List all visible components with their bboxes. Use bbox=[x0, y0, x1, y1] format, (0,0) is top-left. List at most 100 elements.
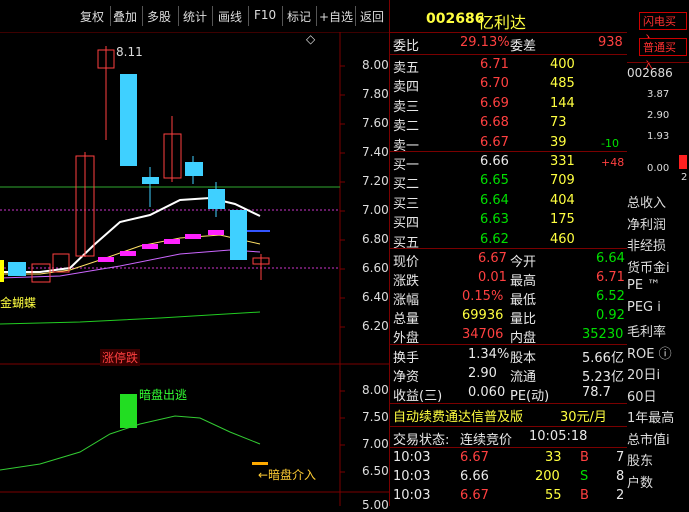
price-axis-label: 7.00 bbox=[362, 203, 389, 217]
tick-price: 6.67 bbox=[460, 488, 489, 503]
price-axis-label: 7.60 bbox=[362, 116, 389, 130]
bid-label: 买三 bbox=[393, 196, 420, 212]
tick-row[interactable]: 10:03 6.66 200 S 8 bbox=[390, 467, 628, 488]
toolbar-add-watchlist[interactable]: +自选 bbox=[319, 8, 353, 25]
ask-label: 卖二 bbox=[393, 119, 420, 135]
stat-value: 2.90 bbox=[468, 366, 497, 381]
ask-price: 6.67 bbox=[480, 134, 509, 150]
flash-buy-button[interactable]: 闪电买入 bbox=[639, 12, 687, 46]
fundamental-item[interactable]: PE ™ bbox=[627, 278, 660, 293]
candle bbox=[142, 177, 159, 184]
price-axis-label: 7.20 bbox=[362, 174, 389, 188]
stat-value: 6.71 bbox=[596, 270, 625, 285]
stat-value: 78.7 bbox=[582, 385, 611, 400]
toolbar-overlay[interactable]: 叠加 bbox=[113, 8, 137, 25]
stat-row: 外盘 34706 内盘 35230 bbox=[390, 325, 628, 346]
stat-value: 1.34% bbox=[468, 347, 510, 362]
side-axis-label: 0.00 bbox=[647, 163, 670, 174]
promo-text[interactable]: 自动续费通达信普及版 bbox=[393, 406, 523, 425]
toolbar-statistics[interactable]: 统计 bbox=[183, 8, 207, 25]
stat-label: PE(动) bbox=[510, 389, 550, 404]
trade-status-row: 交易状态: 连续竞价 10:05:18 bbox=[390, 427, 628, 448]
toolbar-multi-stock[interactable]: 多股 bbox=[147, 8, 171, 25]
bid-row[interactable]: 买二 6.65 709 bbox=[390, 171, 628, 192]
fundamental-item[interactable]: 毛利率 bbox=[627, 321, 666, 340]
ask-volume: 400 bbox=[550, 57, 575, 72]
indicator-axis-label: 7.00 bbox=[362, 437, 389, 451]
bid-label: 买二 bbox=[393, 177, 420, 193]
bid-volume: 175 bbox=[550, 212, 575, 228]
fundamental-item[interactable]: PEG i bbox=[627, 300, 661, 315]
price-axis-label: 6.60 bbox=[362, 261, 389, 275]
fundamental-item[interactable]: 1年最高 bbox=[627, 407, 674, 426]
bid-row[interactable]: 买四 6.63 175 bbox=[390, 210, 628, 231]
toolbar-f10[interactable]: F10 bbox=[254, 8, 276, 22]
weicha-value: 938 bbox=[598, 35, 623, 50]
indicator-axis-label: 6.50 bbox=[362, 464, 389, 478]
fundamental-item[interactable]: 总市值i bbox=[627, 429, 670, 448]
fundamental-item[interactable]: 户数 bbox=[627, 472, 653, 491]
stat-row: 涨幅 0.15% 最低 6.52 bbox=[390, 287, 628, 308]
tick-volume: 200 bbox=[535, 469, 560, 484]
diamond-icon[interactable]: ◇ bbox=[306, 32, 315, 46]
candle bbox=[8, 262, 26, 276]
toolbar-restore-rights[interactable]: 复权 bbox=[80, 8, 104, 25]
ask-row[interactable]: 卖四 6.70 485 bbox=[390, 74, 628, 95]
ask-price: 6.71 bbox=[480, 57, 509, 72]
bid-row[interactable]: 买一 6.66 331 +48 bbox=[390, 152, 628, 173]
dark-exit-label: 暗盘出逃 bbox=[139, 388, 188, 402]
tick-side: B bbox=[580, 450, 589, 465]
side-axis-label: 3.87 bbox=[647, 89, 670, 100]
stat-row: 涨跌 0.01 最高 6.71 bbox=[390, 268, 628, 289]
stock-code: 002686 bbox=[426, 11, 485, 27]
price-axis-label: 8.00 bbox=[362, 58, 389, 72]
promo-price[interactable]: 30元/月 bbox=[560, 406, 607, 425]
fundamental-item[interactable]: 股东 bbox=[627, 450, 653, 469]
tick-side: B bbox=[580, 488, 589, 503]
stat-value: 35230 bbox=[582, 327, 624, 342]
tick-row[interactable]: 10:03 6.67 33 B 7 bbox=[390, 448, 628, 469]
tick-count: 7 bbox=[616, 450, 625, 465]
ask-row[interactable]: 卖二 6.68 73 bbox=[390, 113, 628, 134]
fundamental-item[interactable]: ROE ⓘ bbox=[627, 343, 672, 362]
toolbar-mark[interactable]: 标记 bbox=[287, 8, 311, 25]
fundamental-item[interactable]: 20日i bbox=[627, 364, 660, 383]
kline-chart-area[interactable]: 8.00 7.80 7.60 7.40 7.20 7.00 6.80 6.60 … bbox=[0, 32, 389, 512]
trade-status-label: 交易状态: bbox=[393, 433, 450, 448]
fundamental-item[interactable]: 净利润 bbox=[627, 214, 666, 233]
ask-label: 卖五 bbox=[393, 61, 420, 76]
tick-row[interactable]: 10:03 6.67 55 B 2 bbox=[390, 486, 628, 507]
ask-volume: 144 bbox=[550, 95, 575, 111]
bid-row[interactable]: 买三 6.64 404 bbox=[390, 191, 628, 212]
high-price-label: 8.11 bbox=[116, 45, 143, 59]
fundamental-item[interactable]: 总收入 bbox=[627, 192, 666, 211]
toolbar-divider bbox=[316, 6, 317, 26]
ask-row[interactable]: 卖三 6.69 144 bbox=[390, 94, 628, 115]
ask-row[interactable]: 卖五 6.71 400 bbox=[390, 55, 628, 76]
tick-count: 2 bbox=[616, 488, 625, 503]
tick-count: 8 bbox=[616, 469, 625, 484]
toolbar-divider bbox=[355, 6, 356, 26]
fundamental-item[interactable]: 非经损 bbox=[627, 235, 666, 254]
toolbar-divider bbox=[212, 6, 213, 26]
price-axis-label: 6.80 bbox=[362, 232, 389, 246]
toolbar-divider bbox=[248, 6, 249, 26]
toolbar-divider bbox=[110, 6, 111, 26]
tick-time: 10:03 bbox=[393, 469, 431, 484]
stat-row: 收益(三) 0.060 PE(动) 78.7 bbox=[390, 383, 628, 404]
promo-row[interactable]: 自动续费通达信普及版 30元/月 bbox=[390, 404, 628, 425]
bid-price: 6.64 bbox=[480, 192, 509, 208]
ask-label: 卖三 bbox=[393, 99, 420, 115]
trade-status-time: 10:05:18 bbox=[529, 429, 588, 444]
stat-value: 0.01 bbox=[478, 270, 507, 285]
fundamental-item[interactable]: 货币金i bbox=[627, 257, 670, 276]
fundamental-item[interactable]: 60日 bbox=[627, 386, 657, 405]
ask-label: 卖四 bbox=[393, 80, 420, 96]
toolbar-back[interactable]: 返回 bbox=[360, 8, 384, 25]
stat-value: 6.67 bbox=[478, 251, 507, 266]
price-axis-label: 6.20 bbox=[362, 319, 389, 333]
normal-buy-button[interactable]: 普通买入 bbox=[639, 38, 687, 72]
toolbar-draw-line[interactable]: 画线 bbox=[218, 8, 242, 25]
quote-panel: 002686 亿利达 委比 29.13% 委差 938 卖五 6.71 400 卖四 6… bbox=[389, 0, 628, 506]
kline-chart-svg bbox=[0, 32, 389, 506]
